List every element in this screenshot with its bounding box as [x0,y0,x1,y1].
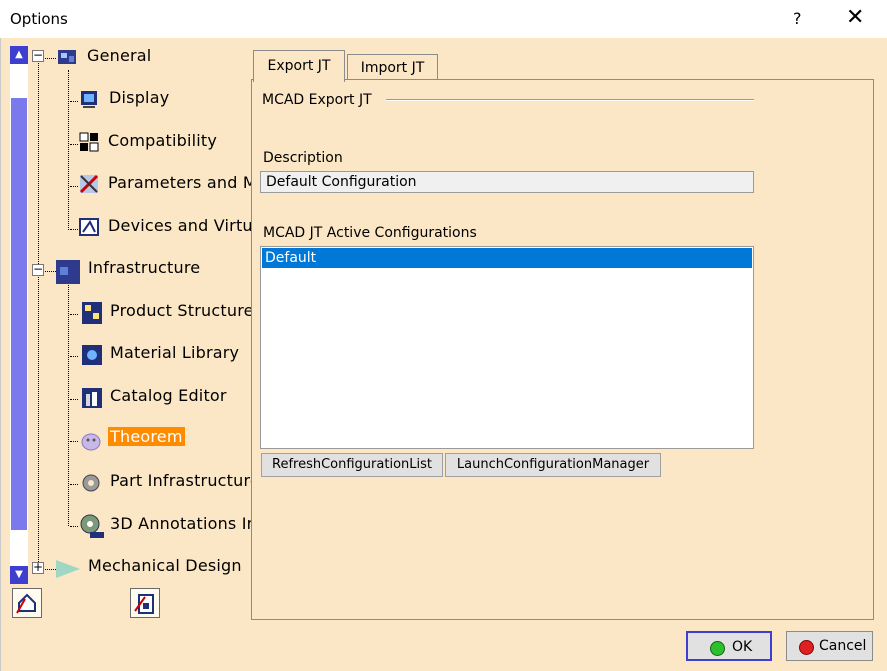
part-infrastructure-icon [82,474,100,492]
catalog-editor-icon [82,388,102,408]
3d-annotations-icon [80,514,104,538]
compatibility-icon [79,132,99,152]
tree-line [70,186,78,187]
tree-item-devices[interactable]: Devices and Virtua [108,216,263,235]
cancel-icon [799,640,814,655]
tree-item-part-infrastructure[interactable]: Part Infrastructure [110,471,260,490]
window-title: Options [10,10,68,28]
ok-icon [710,641,725,656]
config-list-item[interactable]: Default [262,248,752,268]
expander-general[interactable]: − [32,49,44,62]
tree-item-display[interactable]: Display [109,88,169,107]
tree-line [68,70,69,230]
tree-item-product-structure[interactable]: Product Structure [110,301,254,320]
material-library-icon [82,345,102,365]
tree-line [38,60,39,270]
expander-infrastructure[interactable]: − [32,263,44,276]
tree-item-material-library[interactable]: Material Library [110,343,239,362]
infrastructure-icon [56,260,80,284]
section-divider [386,99,754,101]
devices-icon [79,218,99,236]
scroll-thumb[interactable] [11,98,27,530]
home-icon [16,593,36,614]
tree-item-general[interactable]: General [87,46,151,65]
ok-label: OK [732,639,753,655]
refresh-configuration-list-button[interactable]: RefreshConfigurationList [261,453,443,477]
tree-home-button[interactable] [12,588,42,618]
tree-line [70,356,78,357]
ok-button[interactable]: OK [686,631,772,661]
scroll-up-button[interactable]: ▲ [10,46,28,64]
cancel-button[interactable]: Cancel [786,631,873,661]
tab-import-jt[interactable]: Import JT [347,54,438,81]
theorem-icon [81,433,101,451]
product-structure-icon [82,302,102,324]
scroll-down-button[interactable]: ▼ [10,566,28,584]
title-bar: Options ? ✕ [0,0,887,38]
mechanical-design-icon [56,560,80,578]
parameters-icon [79,174,99,194]
help-button[interactable]: ? [793,9,802,28]
tree-item-compatibility[interactable]: Compatibility [108,131,217,150]
cancel-label: Cancel [819,638,867,654]
tree-line [70,229,78,230]
description-label: Description [263,150,343,166]
expander-mechanical-design[interactable]: + [32,561,44,574]
tree-item-infrastructure[interactable]: Infrastructure [88,258,200,277]
tree-edit-button[interactable] [130,588,160,618]
launch-configuration-manager-button[interactable]: LaunchConfigurationManager [445,453,661,477]
tree-line [70,399,78,400]
tree-line [70,144,78,145]
general-icon [58,50,76,64]
close-button[interactable]: ✕ [846,5,864,31]
tab-export-jt[interactable]: Export JT [253,50,345,82]
tree-line [70,526,78,527]
tree-item-mechanical-design[interactable]: Mechanical Design [88,556,242,575]
tree-item-theorem[interactable]: Theorem [108,427,185,446]
configs-listbox[interactable]: Default [260,246,754,449]
tree-line [70,484,78,485]
configs-label: MCAD JT Active Configurations [263,225,477,241]
tree-scrollbar[interactable]: ▲ ▼ [10,46,28,584]
tree-line [70,314,78,315]
tree-item-parameters[interactable]: Parameters and M [108,173,257,192]
display-icon [81,91,97,108]
tree-line [38,272,39,568]
tree-line [68,282,69,526]
edit-icon [134,594,154,614]
description-field[interactable]: Default Configuration [260,171,754,193]
tree-item-theorem-label: Theorem [108,427,185,446]
tree-line [70,101,78,102]
tree-line [70,441,78,442]
tree-item-catalog-editor[interactable]: Catalog Editor [110,386,227,405]
tree-item-3d-annotations[interactable]: 3D Annotations In [110,514,257,533]
section-title: MCAD Export JT [262,92,372,108]
